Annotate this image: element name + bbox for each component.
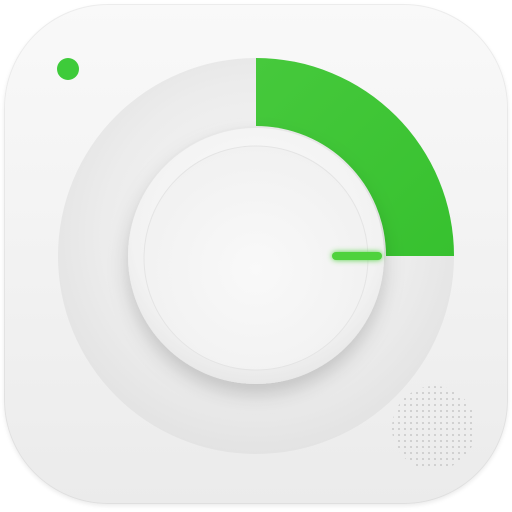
knob-indicator [332,252,382,260]
status-dot [57,58,79,80]
stage [0,0,512,512]
speaker-grille [392,386,476,470]
knob-timer-icon [57,58,476,470]
